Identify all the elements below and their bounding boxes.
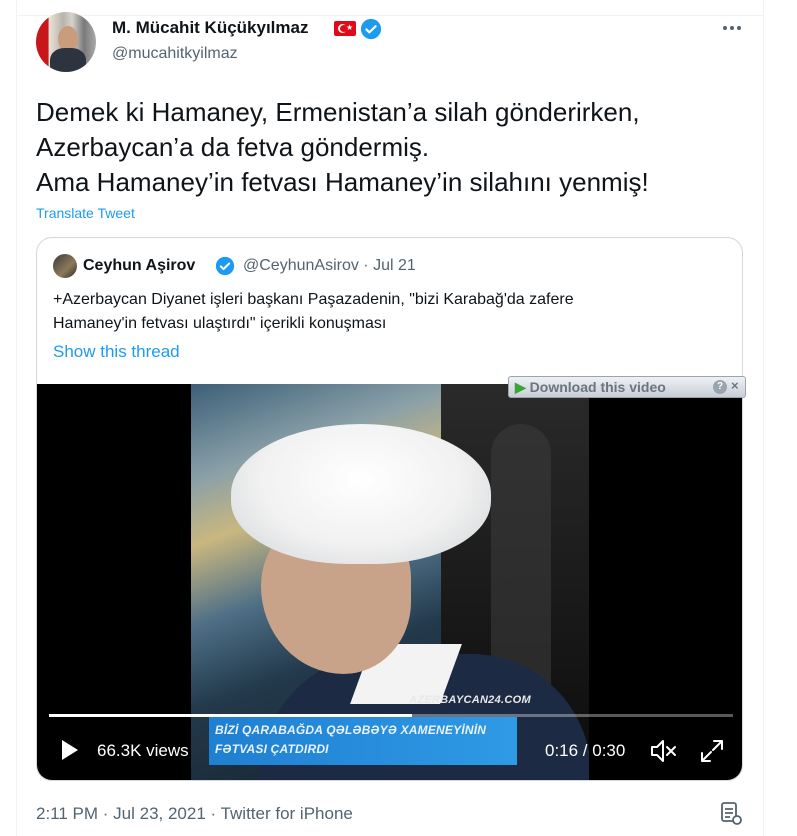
download-video-bar[interactable]: ▶ Download this video ? ×	[508, 376, 746, 398]
author-name[interactable]: M. Mücahit Küçükyılmaz	[112, 18, 308, 38]
tweet-text: Demek ki Hamaney, Ermenistan’a silah gön…	[36, 95, 756, 200]
quoted-tweet-text: +Azerbaycan Diyanet işleri başkanı Paşaz…	[53, 288, 733, 336]
show-thread-link[interactable]: Show this thread	[53, 342, 180, 362]
verified-badge-icon	[360, 18, 382, 40]
banner-line: BİZİ QARABAĞDA QƏLƏBƏYƏ XAMENEYİNİN	[215, 723, 487, 737]
play-small-icon: ▶	[515, 379, 526, 395]
quoted-author-avatar[interactable]	[53, 254, 77, 278]
avatar-body	[50, 48, 86, 72]
close-icon[interactable]: ×	[731, 378, 739, 393]
turkey-flag-icon: ★	[334, 21, 356, 36]
play-icon[interactable]	[57, 738, 81, 762]
video-progress-fill	[49, 714, 412, 717]
video-time: 0:16 / 0:30	[545, 741, 626, 760]
tweet-line: Azerbaycan’a da fetva göndermiş.	[36, 132, 430, 162]
verified-badge-icon	[215, 256, 235, 276]
author-avatar[interactable]	[36, 12, 96, 72]
quoted-author-name[interactable]: Ceyhun Aşirov	[83, 257, 195, 275]
quoted-line: Hamaney'in fetvası ulaştırdı" içerikli k…	[53, 315, 387, 332]
banner-line: FƏTVASI ÇATDIRDI	[215, 742, 329, 756]
quoted-line: +Azerbaycan Diyanet işleri başkanı Paşaz…	[53, 291, 574, 308]
download-label: Download this video	[529, 379, 666, 395]
video-watermark: AZERBAYCAN24.COM	[409, 694, 531, 706]
analytics-icon[interactable]	[720, 800, 742, 826]
video-player[interactable]: AZERBAYCAN24.COM BİZİ QARABAĞDA QƏLƏBƏYƏ…	[37, 384, 742, 780]
video-progress-bar[interactable]	[49, 714, 733, 717]
tweet-timestamp[interactable]: 2:11 PM · Jul 23, 2021 · Twitter for iPh…	[36, 804, 353, 824]
view-count: 66.3K views	[97, 741, 189, 760]
author-handle[interactable]: @mucahitkyilmaz	[112, 45, 238, 63]
more-options-icon[interactable]	[718, 14, 746, 42]
quoted-author-meta[interactable]: @CeyhunAsirov · Jul 21	[243, 257, 416, 275]
translate-tweet-link[interactable]: Translate Tweet	[36, 205, 135, 221]
video-caption-banner: BİZİ QARABAĞDA QƏLƏBƏYƏ XAMENEYİNİN FƏTV…	[209, 717, 517, 765]
help-icon[interactable]: ?	[713, 380, 727, 394]
tweet-line: Ama Hamaney’in fetvası Hamaney’in silahı…	[36, 167, 649, 197]
volume-muted-icon[interactable]	[649, 738, 677, 764]
tweet-line: Demek ki Hamaney, Ermenistan’a silah gön…	[36, 97, 640, 127]
quoted-tweet[interactable]: Ceyhun Aşirov @CeyhunAsirov · Jul 21 +Az…	[36, 237, 743, 781]
fullscreen-icon[interactable]	[699, 738, 725, 764]
top-divider	[16, 15, 764, 16]
